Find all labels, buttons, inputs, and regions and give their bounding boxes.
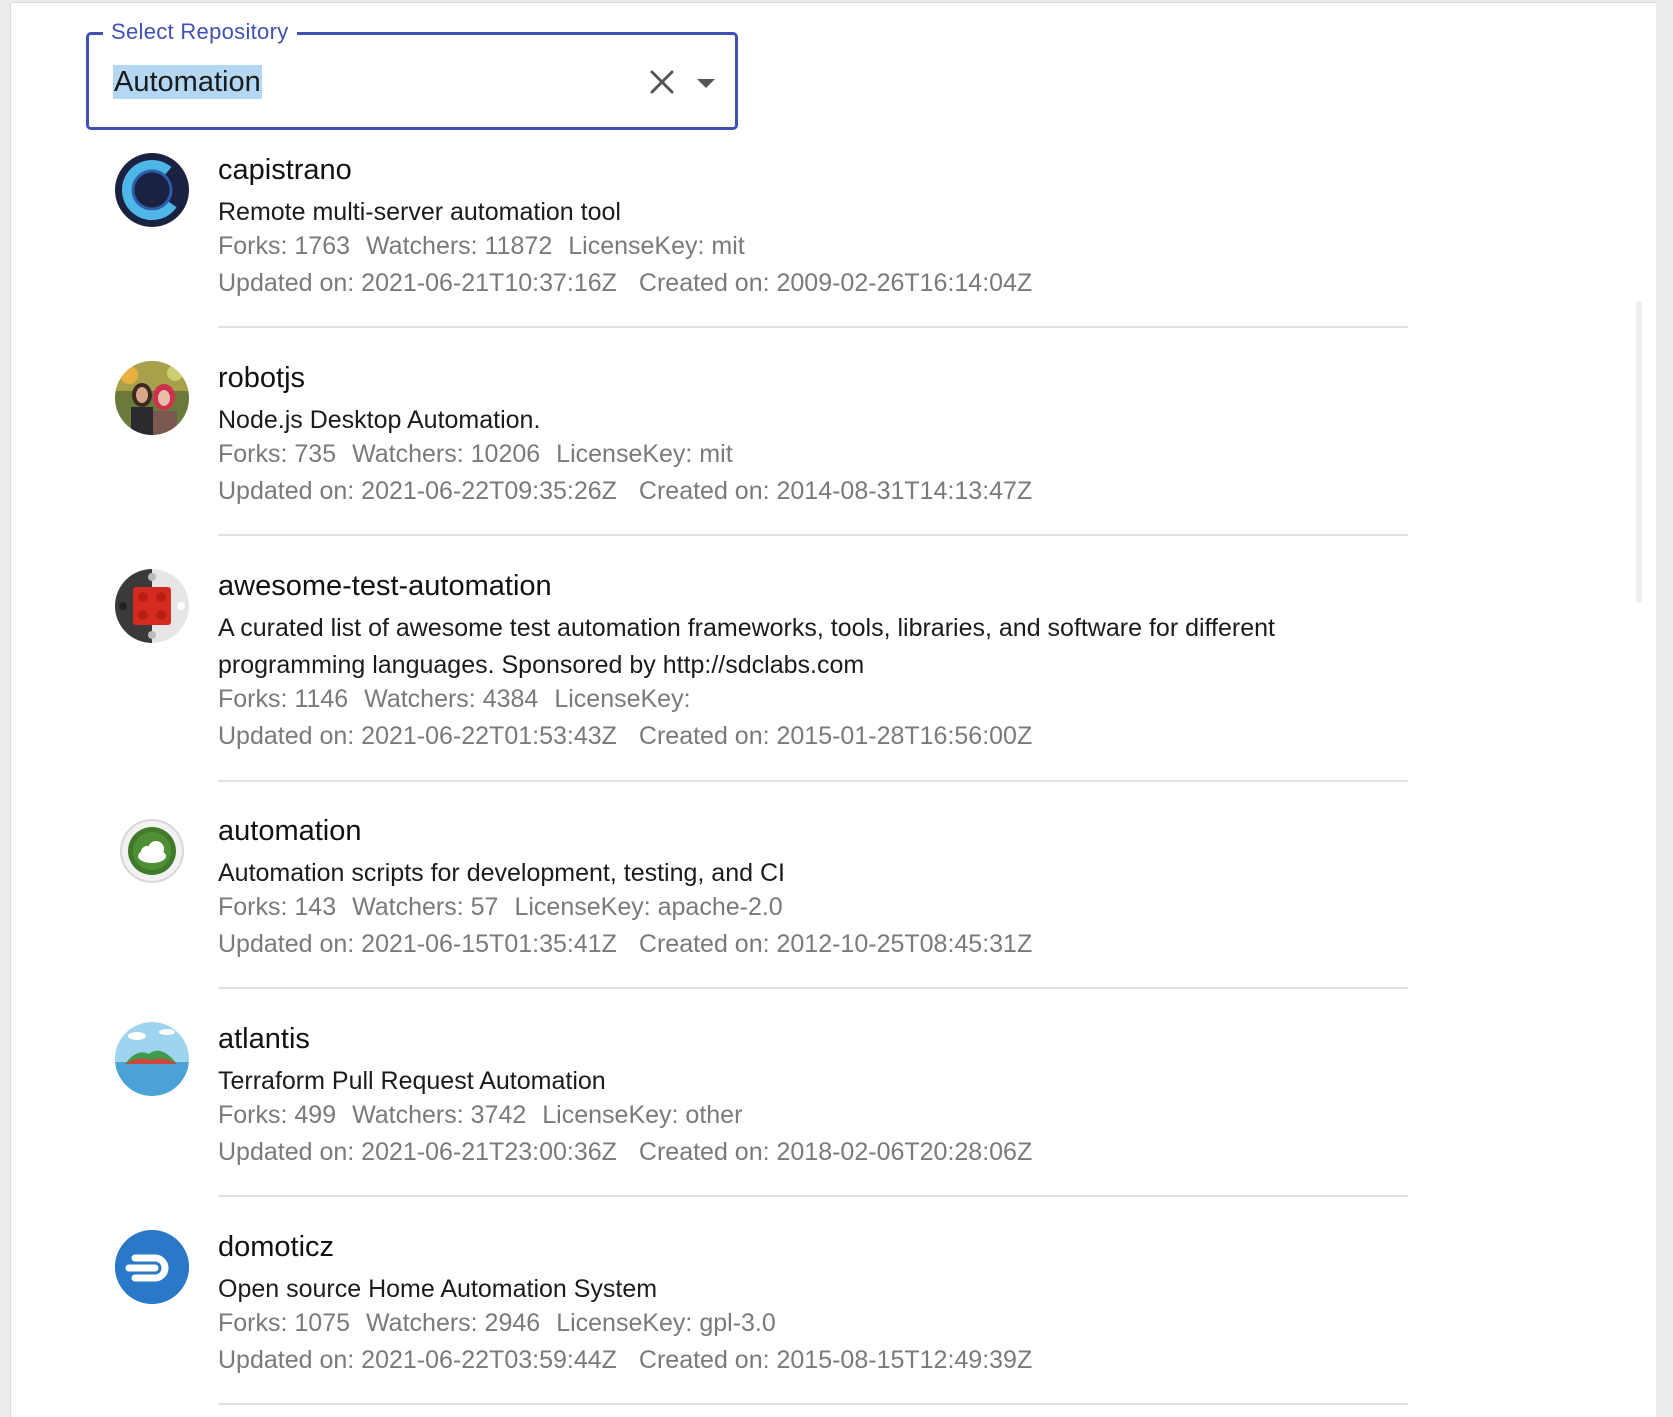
close-icon[interactable] xyxy=(645,65,679,99)
updated-on: Updated on: 2021-06-22T01:53:43Z xyxy=(218,722,617,750)
updated-on: Updated on: 2021-06-21T23:00:36Z xyxy=(218,1138,617,1166)
repo-dates: Updated on: 2021-06-21T23:00:36Z Created … xyxy=(218,1137,1048,1167)
list-item[interactable]: automation Automation scripts for develo… xyxy=(11,804,1656,1012)
license-key: LicenseKey: gpl-3.0 xyxy=(556,1309,776,1337)
repo-stats: Forks: 1146 Watchers: 4384 LicenseKey: xyxy=(218,684,707,714)
lego-brick-icon xyxy=(115,569,189,643)
select-label: Select Repository xyxy=(103,18,297,46)
created-on: Created on: 2015-08-15T12:49:39Z xyxy=(638,1346,1033,1374)
created-on: Created on: 2015-01-28T16:56:00Z xyxy=(638,722,1033,750)
forks-count: Forks: 735 xyxy=(218,440,337,468)
repo-description: Open source Home Automation System xyxy=(218,1275,658,1303)
created-on: Created on: 2009-02-26T16:14:04Z xyxy=(638,269,1033,297)
forks-count: Forks: 499 xyxy=(218,1101,337,1129)
watchers-count: Watchers: 4384 xyxy=(364,685,539,713)
watchers-count: Watchers: 57 xyxy=(352,893,499,921)
divider xyxy=(218,534,1408,536)
repo-description: A curated list of awesome test automatio… xyxy=(218,614,1275,679)
repo-dates: Updated on: 2021-06-21T10:37:16Z Created … xyxy=(218,268,1048,298)
repo-description: Node.js Desktop Automation. xyxy=(218,406,541,434)
updated-on: Updated on: 2021-06-15T01:35:41Z xyxy=(218,930,617,958)
repo-name[interactable]: awesome-test-automation xyxy=(218,569,552,603)
updated-on: Updated on: 2021-06-22T03:59:44Z xyxy=(218,1346,617,1374)
repo-name[interactable]: capistrano xyxy=(218,153,352,187)
license-key: LicenseKey: xyxy=(554,685,691,713)
divider xyxy=(218,1195,1408,1197)
list-item[interactable]: atlantis Terraform Pull Request Automati… xyxy=(11,1012,1656,1220)
forks-count: Forks: 1075 xyxy=(218,1309,351,1337)
domoticz-logo-icon xyxy=(115,1230,189,1304)
forks-count: Forks: 1146 xyxy=(218,685,349,713)
repo-stats: Forks: 1075 Watchers: 2946 LicenseKey: gpl… xyxy=(218,1308,792,1338)
updated-on: Updated on: 2021-06-21T10:37:16Z xyxy=(218,269,617,297)
user-photo-icon xyxy=(115,361,189,435)
license-key: LicenseKey: other xyxy=(542,1101,743,1129)
repository-panel: Select Repository Automation capistrano … xyxy=(10,2,1656,1417)
repo-stats: Forks: 143 Watchers: 57 LicenseKey: apache… xyxy=(218,892,799,922)
divider xyxy=(218,780,1408,782)
divider xyxy=(218,1403,1408,1405)
watchers-count: Watchers: 11872 xyxy=(366,232,553,260)
repo-dates: Updated on: 2021-06-22T03:59:44Z Created … xyxy=(218,1345,1048,1375)
repo-dates: Updated on: 2021-06-22T09:35:26Z Created … xyxy=(218,476,1048,506)
repo-dates: Updated on: 2021-06-15T01:35:41Z Created … xyxy=(218,929,1048,959)
watchers-count: Watchers: 3742 xyxy=(352,1101,527,1129)
license-key: LicenseKey: apache-2.0 xyxy=(514,893,783,921)
license-key: LicenseKey: mit xyxy=(568,232,745,260)
repo-stats: Forks: 735 Watchers: 10206 LicenseKey: mit xyxy=(218,439,749,469)
watchers-count: Watchers: 10206 xyxy=(352,440,541,468)
repository-select[interactable]: Select Repository Automation xyxy=(86,18,738,130)
updated-on: Updated on: 2021-06-22T09:35:26Z xyxy=(218,477,617,505)
repo-name[interactable]: atlantis xyxy=(218,1022,310,1056)
repo-description: Remote multi-server automation tool xyxy=(218,198,621,226)
repo-name[interactable]: domoticz xyxy=(218,1230,334,1264)
repo-stats: Forks: 499 Watchers: 3742 LicenseKey: othe… xyxy=(218,1100,758,1130)
list-item[interactable]: robotjs Node.js Desktop Automation. Fork… xyxy=(11,351,1656,559)
watchers-count: Watchers: 2946 xyxy=(366,1309,541,1337)
forks-count: Forks: 1763 xyxy=(218,232,351,260)
divider xyxy=(218,987,1408,989)
created-on: Created on: 2012-10-25T08:45:31Z xyxy=(638,930,1033,958)
scrollbar[interactable] xyxy=(1636,301,1642,603)
select-value[interactable]: Automation xyxy=(113,65,262,99)
arrow-drop-down-icon[interactable] xyxy=(691,68,721,98)
created-on: Created on: 2014-08-31T14:13:47Z xyxy=(638,477,1033,505)
repo-description: Automation scripts for development, test… xyxy=(218,859,785,887)
capistrano-logo-icon xyxy=(115,153,189,227)
list-item[interactable]: capistrano Remote multi-server automatio… xyxy=(11,143,1656,351)
list-item[interactable]: domoticz Open source Home Automation Sys… xyxy=(11,1220,1656,1417)
repo-name[interactable]: automation xyxy=(218,814,362,848)
forks-count: Forks: 143 xyxy=(218,893,337,921)
repo-stats: Forks: 1763 Watchers: 11872 LicenseKey: mi… xyxy=(218,231,761,261)
repo-description: Terraform Pull Request Automation xyxy=(218,1067,606,1095)
island-logo-icon xyxy=(115,1022,189,1096)
cloud-logo-icon xyxy=(115,814,189,888)
created-on: Created on: 2018-02-06T20:28:06Z xyxy=(638,1138,1033,1166)
repo-dates: Updated on: 2021-06-22T01:53:43Z Created … xyxy=(218,721,1048,751)
license-key: LicenseKey: mit xyxy=(556,440,733,468)
divider xyxy=(218,326,1408,328)
list-item[interactable]: awesome-test-automation A curated list o… xyxy=(11,559,1656,804)
repo-name[interactable]: robotjs xyxy=(218,361,305,395)
